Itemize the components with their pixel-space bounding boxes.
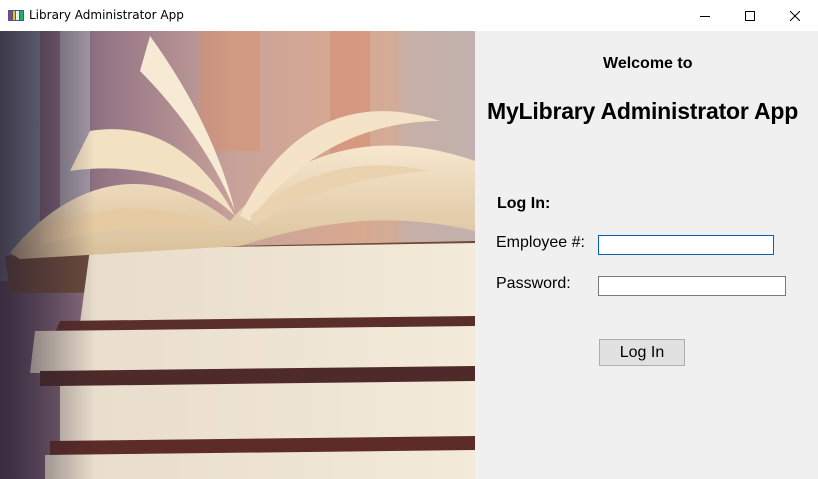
login-heading: Log In: [497, 195, 551, 212]
minimize-button[interactable] [682, 0, 728, 31]
password-input[interactable] [598, 276, 786, 296]
welcome-text: Welcome to [603, 55, 693, 72]
login-button[interactable]: Log In [599, 339, 685, 366]
hero-image [0, 31, 475, 479]
password-label: Password: [496, 275, 571, 292]
library-app-icon [8, 10, 24, 21]
close-button[interactable] [772, 0, 818, 31]
close-icon [790, 10, 800, 21]
maximize-button[interactable] [727, 0, 773, 31]
window-title: Library Administrator App [29, 8, 184, 22]
employee-label: Employee #: [496, 234, 585, 251]
books-illustration [0, 31, 475, 479]
maximize-icon [745, 10, 755, 21]
app-title: MyLibrary Administrator App [487, 98, 799, 124]
app-window: Library Administrator App Welcome to MyL… [0, 0, 818, 479]
employee-input[interactable] [598, 235, 774, 255]
title-bar[interactable]: Library Administrator App [0, 0, 818, 31]
minimize-icon [700, 15, 710, 17]
login-panel: Welcome to MyLibrary Administrator App L… [475, 31, 818, 479]
